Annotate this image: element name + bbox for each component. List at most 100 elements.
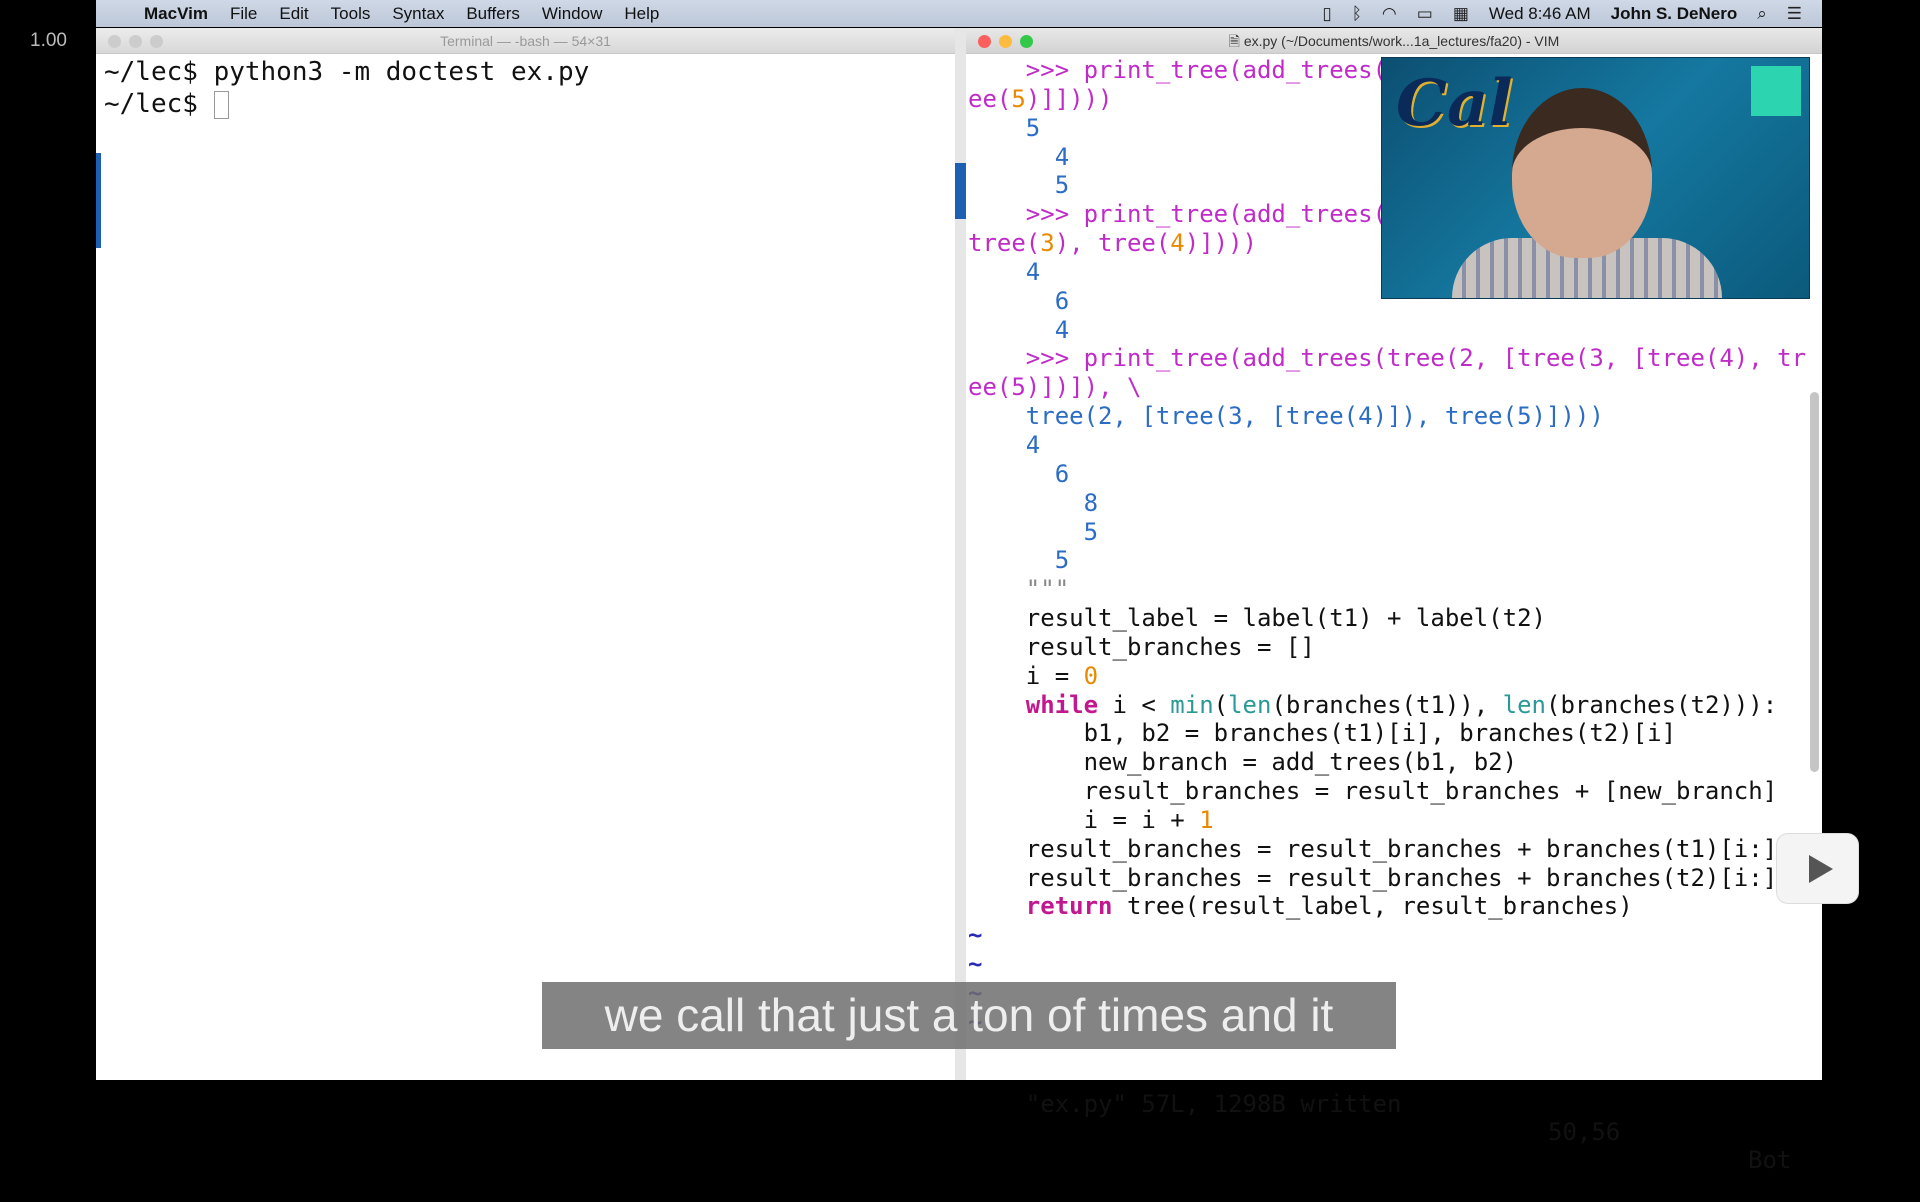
code-token: ( [1213, 690, 1229, 719]
code-line: result_label = label(t1) + label(t2) [968, 604, 1806, 633]
menu-window[interactable]: Window [542, 4, 602, 24]
calendar-icon[interactable]: ▦ [1453, 4, 1469, 24]
code-token: """ [968, 575, 1070, 604]
code-token: >>> print_tree(add_trees( [968, 56, 1388, 84]
code-token: return [968, 892, 1113, 921]
wifi-icon[interactable]: ◠ [1382, 4, 1397, 24]
code-token: ), tree( [1054, 229, 1171, 258]
vim-title: ex.py (~/Documents/work...1a_lectures/fa… [1243, 33, 1560, 49]
close-button[interactable] [978, 35, 991, 48]
code-token: 3 [1040, 229, 1055, 258]
minimize-button[interactable] [129, 35, 142, 48]
code-token: i = [968, 661, 1084, 690]
code-line: """ [968, 575, 1806, 604]
code-line: while i < min(len(branches(t1)), len(bra… [968, 691, 1806, 720]
code-token: b1, b2 = branches(t1)[i], branches(t2)[i… [968, 719, 1677, 748]
list-icon[interactable]: ☰ [1787, 4, 1802, 24]
menu-edit[interactable]: Edit [279, 4, 308, 24]
minimize-button[interactable] [999, 35, 1012, 48]
terminal-title: Terminal — -bash — 54×31 [440, 33, 611, 49]
code-token: while [968, 690, 1099, 719]
play-button[interactable] [1776, 833, 1859, 904]
code-line: 5 [968, 546, 1806, 575]
code-token: new_branch = add_trees(b1, b2) [968, 748, 1518, 777]
code-line: result_branches = result_branches + [new… [968, 777, 1806, 806]
code-token: 6 [968, 286, 1070, 315]
menu-file[interactable]: File [230, 4, 257, 24]
code-token: tree( [968, 229, 1041, 258]
vim-scrollbar[interactable] [1810, 392, 1819, 772]
code-token: 8 [968, 488, 1099, 517]
code-token: 4 [968, 257, 1041, 286]
code-line: 8 [968, 489, 1806, 518]
search-icon[interactable]: ⌕ [1757, 4, 1767, 24]
menu-help[interactable]: Help [624, 4, 659, 24]
code-token: 6 [968, 459, 1070, 488]
zoom-button[interactable] [150, 35, 163, 48]
menu-bar: MacVim File Edit Tools Syntax Buffers Wi… [96, 0, 1822, 27]
code-token: i = i + [968, 805, 1200, 834]
code-token: result_branches = result_branches + bran… [968, 863, 1778, 892]
menu-tools[interactable]: Tools [331, 4, 371, 24]
code-token: tree(result_label, result_branches) [1112, 892, 1633, 921]
terminal-prompt: ~/lec$ [104, 89, 214, 119]
code-token: 5 [968, 517, 1099, 546]
code-token: ee( [968, 84, 1012, 113]
close-button[interactable] [108, 35, 121, 48]
menu-buffers[interactable]: Buffers [466, 4, 520, 24]
subtitle: we call that just a ton of times and it [542, 982, 1396, 1049]
terminal-output[interactable]: ~/lec$ python3 -m doctest ex.py ~/lec$ [96, 54, 955, 122]
menu-syntax[interactable]: Syntax [392, 4, 444, 24]
terminal-line: ~/lec$ python3 -m doctest ex.py [104, 57, 590, 87]
code-token: 5 [968, 113, 1041, 142]
code-line: ee(5)])]), \ [968, 373, 1806, 402]
vim-titlebar: 🗎 ex.py (~/Documents/work...1a_lectures/… [966, 28, 1822, 54]
scroll-position: Bot [1748, 1146, 1792, 1174]
code-line: 4 [968, 316, 1806, 345]
code-line: new_branch = add_trees(b1, b2) [968, 748, 1806, 777]
code-token: 1 [1199, 805, 1214, 834]
clock[interactable]: Wed 8:46 AM [1489, 4, 1591, 24]
code-token: )]))) [1184, 229, 1257, 258]
code-token: 4 [968, 142, 1070, 171]
window-controls[interactable] [978, 35, 1033, 48]
bluetooth-icon[interactable]: ᛒ [1352, 4, 1362, 24]
code-token: ee(5)])]), \ [968, 373, 1142, 402]
window-controls[interactable] [108, 35, 163, 48]
code-token: >>> print_tree(add_trees( [968, 200, 1388, 229]
code-line: result_branches = [] [968, 633, 1806, 662]
zoom-button[interactable] [1020, 35, 1033, 48]
code-token: len [1502, 690, 1547, 719]
code-token: >>> print_tree(add_trees(tree(2, [tree(3… [968, 344, 1807, 373]
code-line: b1, b2 = branches(t1)[i], branches(t2)[i… [968, 719, 1806, 748]
presenter-head [1512, 88, 1652, 258]
code-token: len [1228, 690, 1272, 719]
code-line: 4 [968, 431, 1806, 460]
cursor-position: 50,56 [1548, 1118, 1621, 1146]
code-token: 4 [968, 315, 1070, 344]
code-token: result_branches = [] [968, 632, 1315, 661]
code-line: tree(2, [tree(3, [tree(4)]), tree(5)]))) [968, 402, 1806, 431]
code-token: 5 [968, 546, 1070, 575]
selection-marker [96, 153, 101, 248]
terminal-window[interactable]: Terminal — -bash — 54×31 ~/lec$ python3 … [96, 28, 955, 1080]
code-line: result_branches = result_branches + bran… [968, 864, 1806, 893]
code-token: )]]))) [1025, 84, 1113, 113]
user-name[interactable]: John S. DeNero [1611, 4, 1738, 24]
menu-app[interactable]: MacVim [144, 4, 208, 24]
code-token: result_branches = result_branches + bran… [968, 834, 1778, 863]
code-line: result_branches = result_branches + bran… [968, 835, 1806, 864]
code-token: result_label = label(t1) + label(t2) [968, 604, 1546, 633]
code-token: 4 [1170, 229, 1185, 258]
code-token: (branches(t2))): [1546, 690, 1778, 719]
mouse-icon[interactable]: ▯ [1322, 4, 1331, 24]
battery-icon[interactable]: ▭ [1417, 4, 1433, 24]
cal-logo: Cal [1396, 66, 1513, 141]
code-token: (branches(t1)), [1271, 690, 1503, 719]
code-token: tree(2, [tree(3, [tree(4)]), tree(5)]))) [968, 402, 1604, 431]
code-token: ~ [968, 921, 983, 950]
code-token: result_branches = result_branches + [new… [968, 777, 1778, 806]
code-line: 6 [968, 460, 1806, 489]
code-token: i < [1098, 690, 1171, 719]
code-line: i = 0 [968, 662, 1806, 691]
